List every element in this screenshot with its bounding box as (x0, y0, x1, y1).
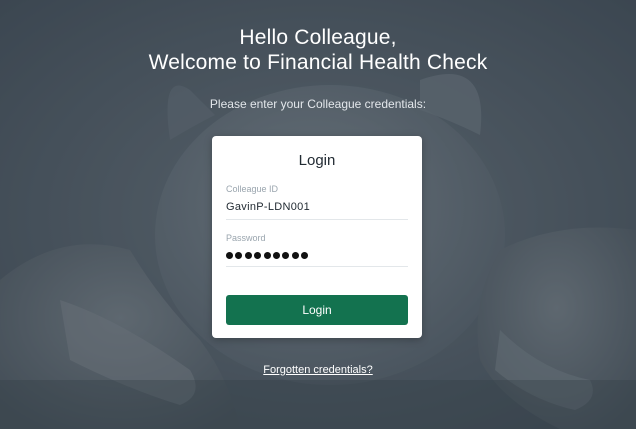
welcome-heading: Welcome to Financial Health Check (148, 51, 488, 74)
password-mask-dot (282, 251, 290, 259)
login-screen: Hello Colleague, Welcome to Financial He… (0, 0, 636, 429)
password-mask-dot (244, 251, 252, 259)
password-underline (226, 266, 408, 267)
colleague-id-underline (226, 219, 408, 220)
password-mask-dot (235, 251, 243, 259)
password-mask-dot (301, 251, 309, 259)
password-mask-dot (291, 251, 299, 259)
password-mask-dot (272, 251, 280, 259)
forgotten-credentials-link[interactable]: Forgotten credentials? (0, 363, 636, 377)
colleague-id-label: Colleague ID (226, 184, 279, 194)
password-mask-dot (263, 251, 271, 259)
colleague-id-field[interactable]: GavinP-LDN001 (226, 200, 310, 214)
password-mask-dot (254, 251, 262, 259)
password-label: Password (226, 233, 266, 243)
login-card-title: Login (298, 152, 336, 169)
instructions-text: Please enter your Colleague credentials: (209, 97, 427, 111)
password-mask-dot (226, 251, 233, 259)
login-card: Login Colleague ID GavinP-LDN001 Passwor… (212, 136, 422, 338)
greeting-heading: Hello Colleague, (239, 26, 397, 49)
password-field[interactable] (226, 250, 309, 260)
login-button[interactable]: Login (226, 295, 408, 325)
